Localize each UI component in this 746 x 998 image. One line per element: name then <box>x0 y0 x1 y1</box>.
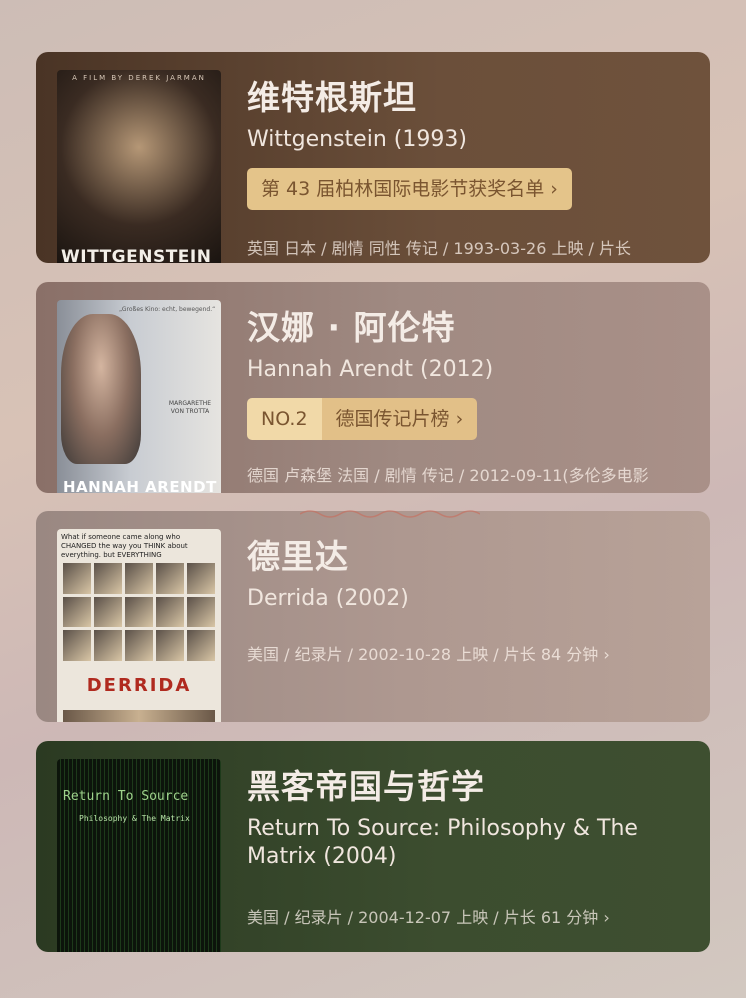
poster-title-text: Return To Source <box>63 789 189 804</box>
movie-title-cn: 德里达 <box>247 537 349 576</box>
movie-meta: 德国 卢森堡 法国 / 剧情 传记 / 2012-09-11(多伦多电影 <box>247 466 649 485</box>
poster-quote: „Großes Kino: echt, bewegend.“ <box>119 306 216 313</box>
poster-top-text: A FILM BY DEREK JARMAN <box>72 74 206 82</box>
movie-card-hannah-arendt[interactable]: „Großes Kino: echt, bewegend.“ MARGARETH… <box>36 282 710 493</box>
rank-list-label: 德国传记片榜 › <box>321 398 478 440</box>
poster-tagline: What if someone came along who CHANGED t… <box>61 533 188 559</box>
movie-title-cn: 维特根斯坦 <box>247 78 417 117</box>
movie-title-en: Derrida (2002) <box>247 586 409 611</box>
poster-photo-grid <box>63 563 215 661</box>
poster-hannah-arendt[interactable]: „Großes Kino: echt, bewegend.“ MARGARETH… <box>57 300 221 493</box>
poster-derrida[interactable]: What if someone came along who CHANGED t… <box>57 529 221 722</box>
poster-title-text: DERRIDA <box>86 675 192 696</box>
poster-portrait <box>61 314 141 464</box>
movie-meta: 美国 / 纪录片 / 2002-10-28 上映 / 片长 84 分钟 › <box>247 645 610 664</box>
poster-film-strip <box>63 710 215 722</box>
poster-wittgenstein[interactable]: A FILM BY DEREK JARMAN WITTGENSTEIN <box>57 70 221 263</box>
poster-subtitle-text: Philosophy & The Matrix <box>79 814 190 823</box>
poster-return-to-source[interactable]: Return To Source Philosophy & The Matrix <box>57 759 221 952</box>
movie-title-cn: 汉娜 · 阿伦特 <box>247 308 456 347</box>
movie-meta: 美国 / 纪录片 / 2004-12-07 上映 / 片长 61 分钟 › <box>247 908 610 927</box>
movie-title-en: Wittgenstein (1993) <box>247 127 467 152</box>
ranking-badge[interactable]: NO.2 德国传记片榜 › <box>247 398 478 440</box>
movie-title-cn: 黑客帝国与哲学 <box>247 767 485 806</box>
movie-title-en: Return To Source: Philosophy & The Matri… <box>247 816 638 869</box>
movie-meta: 英国 日本 / 剧情 同性 传记 / 1993-03-26 上映 / 片长 <box>247 239 632 258</box>
movie-card-derrida[interactable]: What if someone came along who CHANGED t… <box>36 511 710 722</box>
rank-number: NO.2 <box>247 398 322 440</box>
movie-card-return-to-source[interactable]: Return To Source Philosophy & The Matrix… <box>36 741 710 952</box>
decorative-wave <box>300 510 480 518</box>
poster-credit: MARGARETHE VON TROTTA <box>168 400 212 415</box>
movie-title-en: Hannah Arendt (2012) <box>247 357 494 382</box>
poster-title-text: WITTGENSTEIN <box>61 247 212 263</box>
movie-card-wittgenstein[interactable]: A FILM BY DEREK JARMAN WITTGENSTEIN 维特根斯… <box>36 52 710 263</box>
award-badge[interactable]: 第 43 届柏林国际电影节获奖名单 › <box>247 168 572 210</box>
poster-title-text: HANNAH ARENDT <box>63 478 217 493</box>
